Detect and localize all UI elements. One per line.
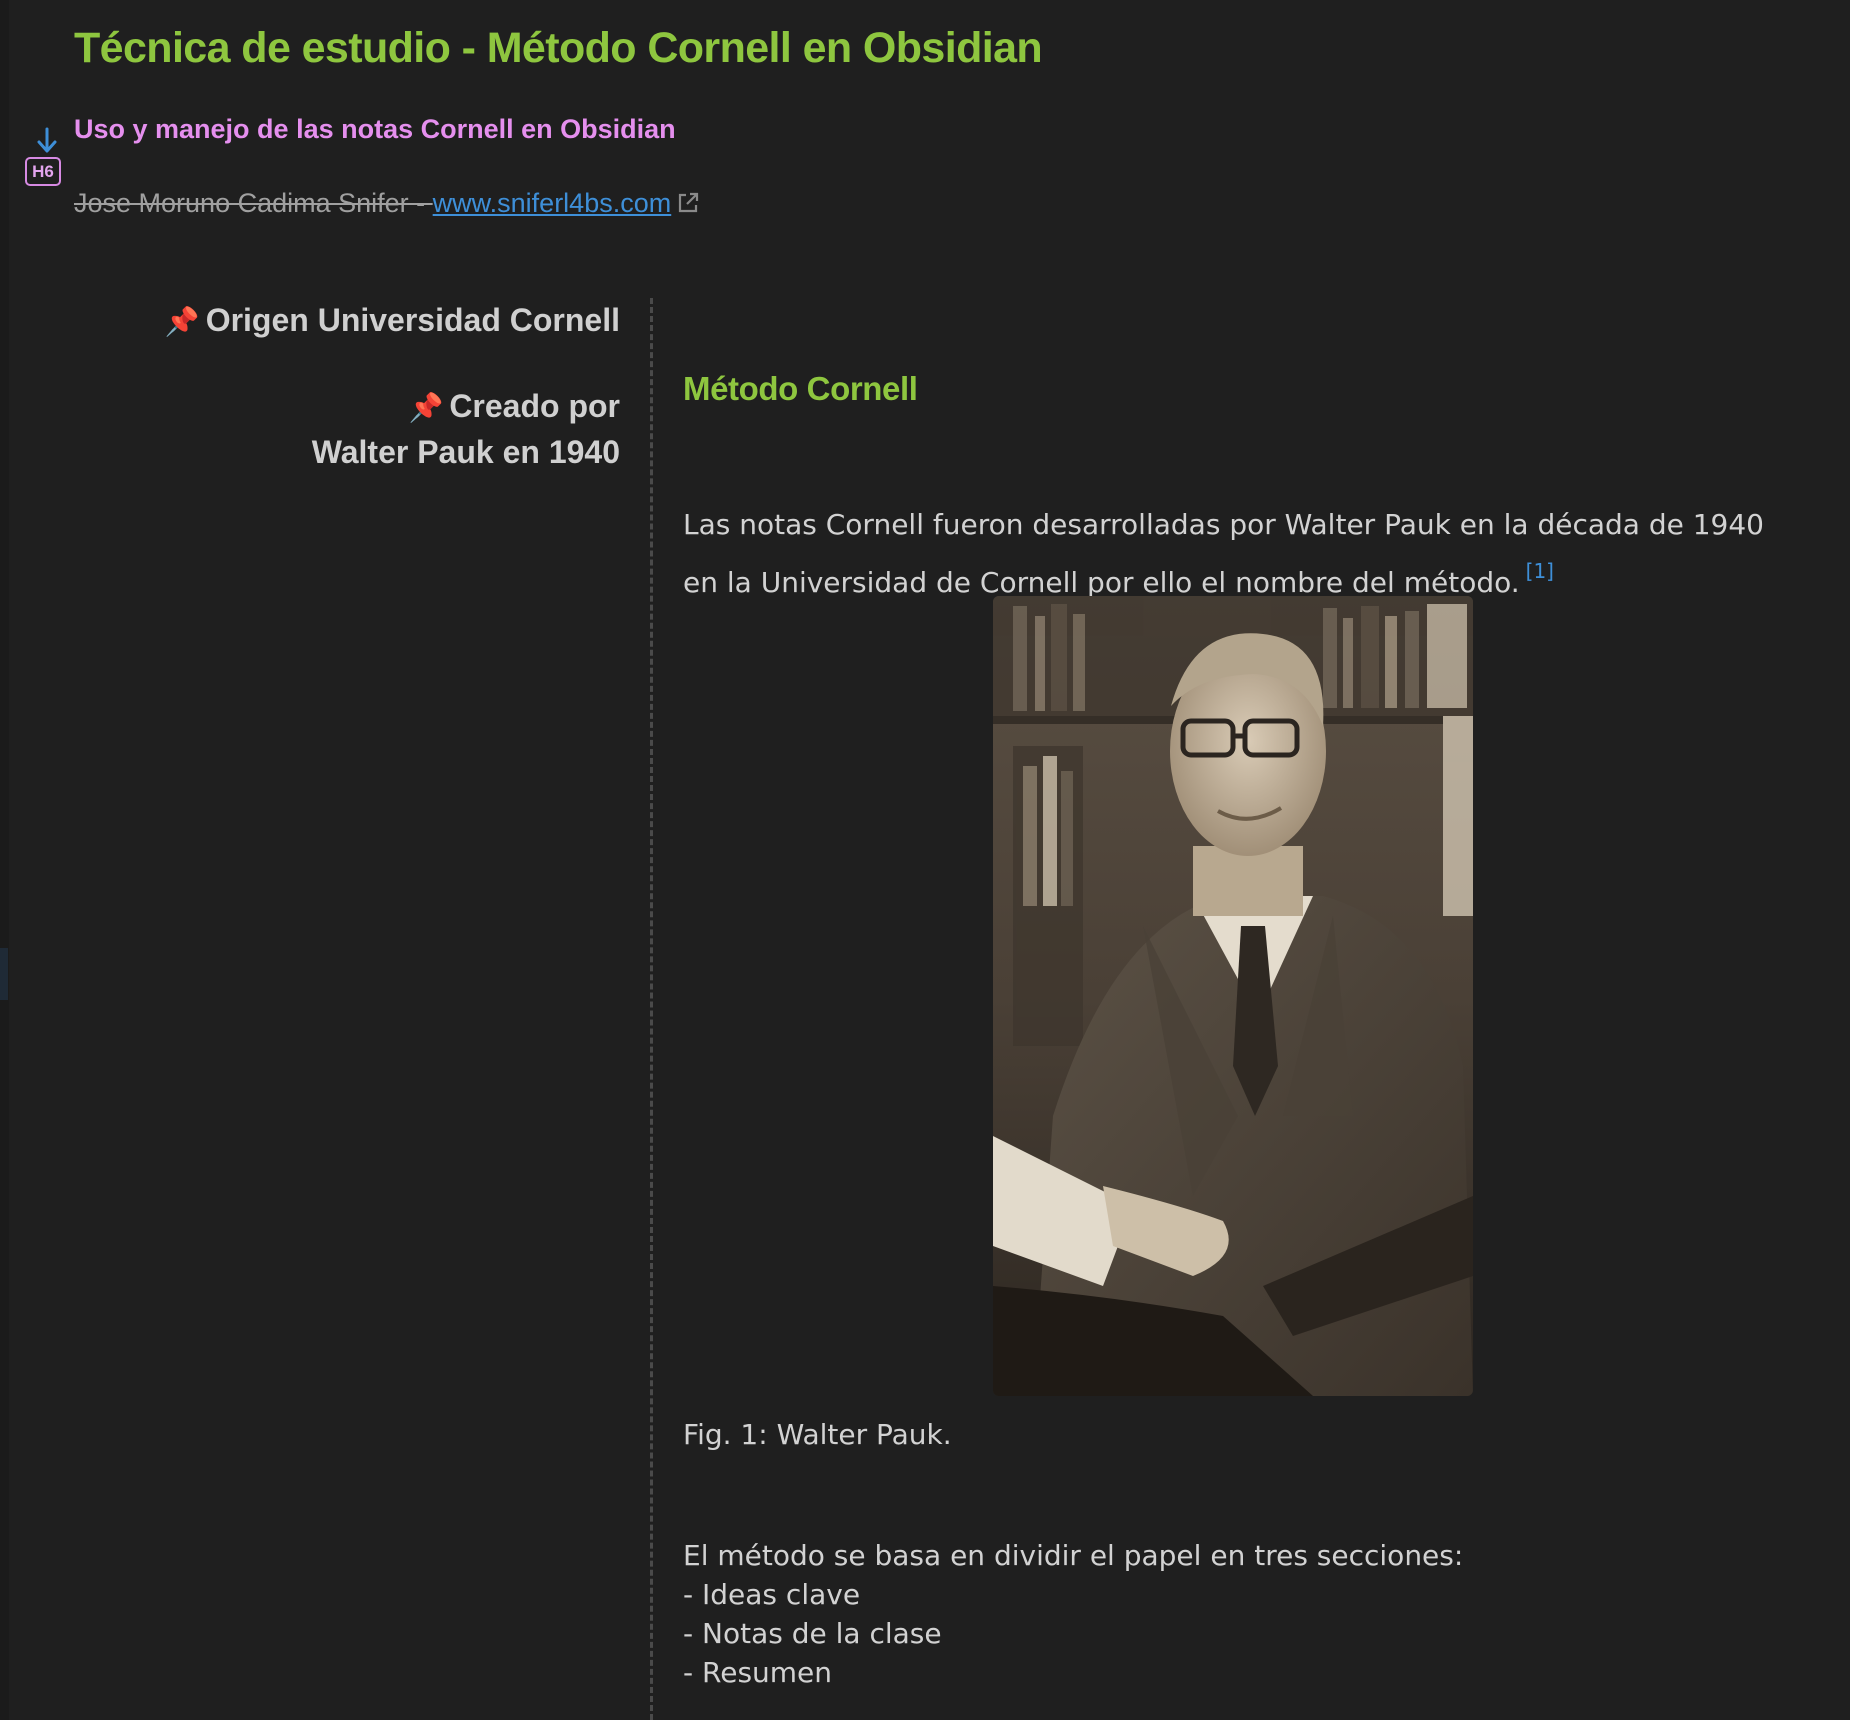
cue-text-line2: Walter Pauk en 1940 [311,434,620,470]
document-subtitle: Uso y manejo de las notas Cornell en Obs… [74,114,676,144]
author-line: Jose Moruno Cadima Snifer - www.sniferl4… [74,188,701,219]
sections-intro: El método se basa en dividir el papel en… [683,1539,1464,1572]
author-name: Jose Moruno Cadima Snifer - [74,188,433,218]
list-item: Notas de la clase [683,1614,942,1653]
external-link-icon [679,192,699,213]
cue-text-line1: Creado por [449,388,620,424]
cue-item-creator: 📌 Creado por Walter Pauk en 1940 [74,384,620,475]
notes-paragraph: Las notas Cornell fueron desarrolladas p… [683,502,1803,606]
paragraph-text: Las notas Cornell fueron desarrolladas p… [683,508,1764,599]
pushpin-icon: 📌 [164,306,200,337]
portrait-photo [993,596,1473,1396]
gutter-marker [0,948,8,1000]
cue-column: 📌 Origen Universidad Cornell 📌 Creado por … [74,298,620,515]
arrow-down-icon[interactable] [34,126,60,156]
pushpin-icon: 📌 [408,392,444,423]
footnote-reference[interactable]: [1] [1526,559,1554,583]
column-divider [650,298,653,1720]
notes-column: Método Cornell Las notas Cornell fueron … [683,370,1803,1689]
document-title: Técnica de estudio - Método Cornell en O… [74,24,1043,72]
cue-item-origin: 📌 Origen Universidad Cornell [74,298,620,344]
portrait-illustration [993,596,1473,1396]
heading-level-badge[interactable]: H6 [25,157,61,186]
list-item: Resumen [683,1653,942,1692]
section-heading: Método Cornell [683,370,918,407]
sections-list: Ideas clave Notas de la clase Resumen [683,1575,942,1692]
cue-text: Origen Universidad Cornell [205,302,620,338]
left-gutter [0,0,9,1720]
author-website-link[interactable]: www.sniferl4bs.com [433,188,672,218]
figure-caption: Fig. 1: Walter Pauk. [683,1418,952,1451]
list-item: Ideas clave [683,1575,942,1614]
